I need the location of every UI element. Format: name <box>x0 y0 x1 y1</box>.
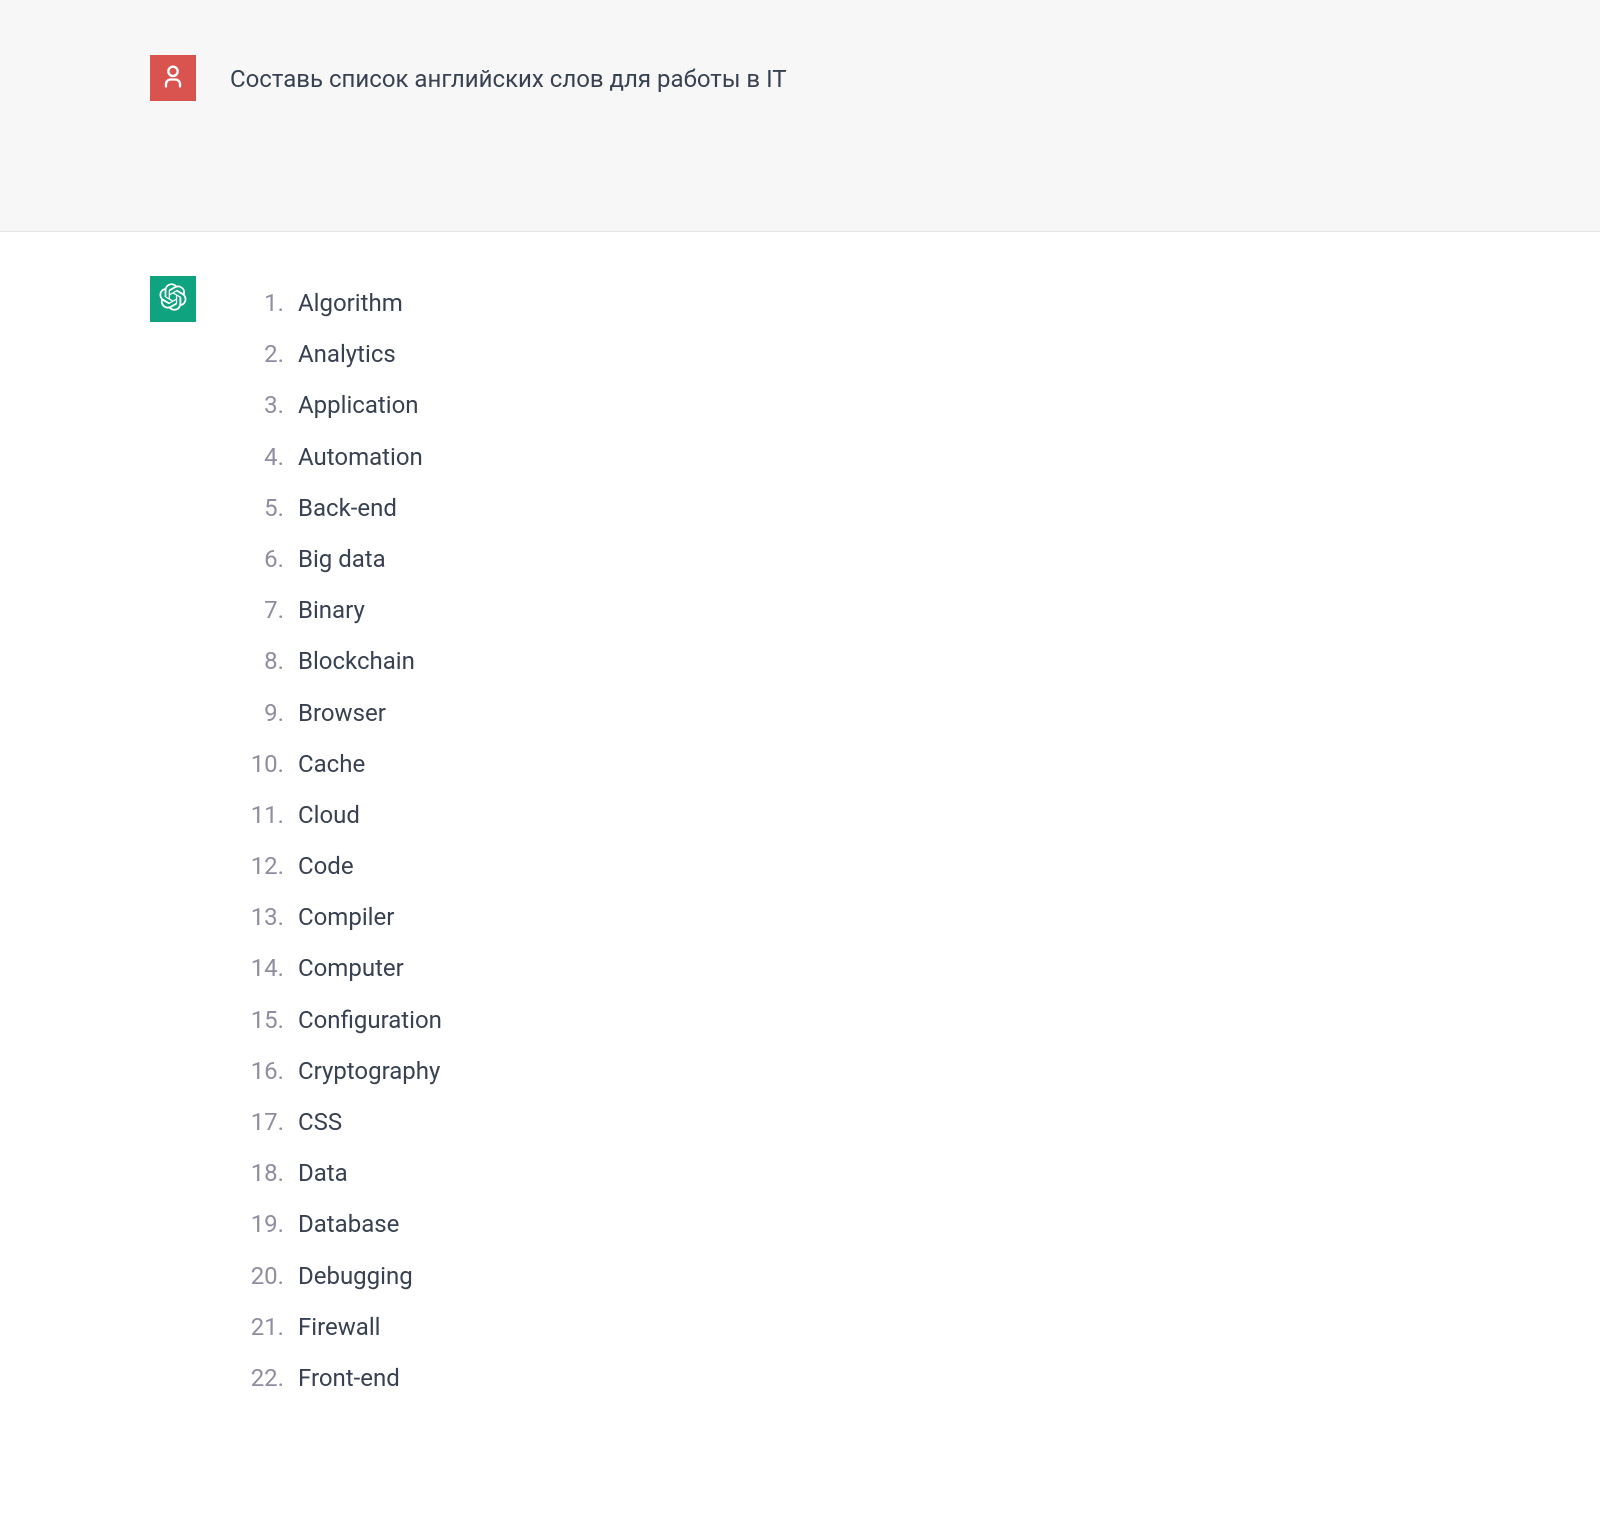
list-item: Browser <box>230 688 442 739</box>
list-item-text: Binary <box>298 592 365 629</box>
user-message-text: Составь список английских слов для работ… <box>230 55 787 97</box>
list-item: Cryptography <box>230 1046 442 1097</box>
list-item: CSS <box>230 1097 442 1148</box>
list-item: Front-end <box>230 1353 442 1404</box>
list-item: Code <box>230 841 442 892</box>
list-item-text: Blockchain <box>298 643 415 680</box>
user-avatar <box>150 55 196 101</box>
list-item: Blockchain <box>230 636 442 687</box>
assistant-message-block: Algorithm Analytics Application Automati… <box>0 232 1600 1464</box>
openai-logo-icon <box>159 283 187 315</box>
list-item: Cache <box>230 739 442 790</box>
assistant-content-wrap: Algorithm Analytics Application Automati… <box>0 276 1600 1404</box>
list-item: Database <box>230 1199 442 1250</box>
list-item: Application <box>230 380 442 431</box>
list-item-text: Firewall <box>298 1309 381 1346</box>
list-item-text: Debugging <box>298 1258 413 1295</box>
list-item-text: Automation <box>298 439 423 476</box>
list-item: Big data <box>230 534 442 585</box>
user-message-block: Составь список английских слов для работ… <box>0 0 1600 232</box>
list-item: Compiler <box>230 892 442 943</box>
list-item-text: CSS <box>298 1104 342 1141</box>
list-item-text: Algorithm <box>298 285 403 322</box>
list-item: Debugging <box>230 1251 442 1302</box>
list-item-text: Configuration <box>298 1002 442 1039</box>
list-item-text: Code <box>298 848 354 885</box>
list-item: Algorithm <box>230 278 442 329</box>
list-item: Back-end <box>230 483 442 534</box>
list-item: Computer <box>230 943 442 994</box>
list-item-text: Back-end <box>298 490 397 527</box>
list-item-text: Cryptography <box>298 1053 440 1090</box>
word-list: Algorithm Analytics Application Automati… <box>230 276 442 1404</box>
list-item: Analytics <box>230 329 442 380</box>
list-item: Automation <box>230 432 442 483</box>
list-item-text: Browser <box>298 695 386 732</box>
list-item: Firewall <box>230 1302 442 1353</box>
list-item-text: Cache <box>298 746 365 783</box>
list-item-text: Analytics <box>298 336 396 373</box>
list-item: Binary <box>230 585 442 636</box>
list-item-text: Big data <box>298 541 386 578</box>
assistant-avatar <box>150 276 196 322</box>
list-item: Data <box>230 1148 442 1199</box>
list-item-text: Database <box>298 1206 399 1243</box>
list-item-text: Front-end <box>298 1360 400 1397</box>
list-item-text: Application <box>298 387 419 424</box>
list-item-text: Compiler <box>298 899 394 936</box>
list-item: Configuration <box>230 995 442 1046</box>
list-item-text: Cloud <box>298 797 360 834</box>
list-item-text: Data <box>298 1155 348 1192</box>
user-content-wrap: Составь список английских слов для работ… <box>0 55 1600 101</box>
list-item: Cloud <box>230 790 442 841</box>
list-item-text: Computer <box>298 950 404 987</box>
person-icon <box>159 62 187 94</box>
